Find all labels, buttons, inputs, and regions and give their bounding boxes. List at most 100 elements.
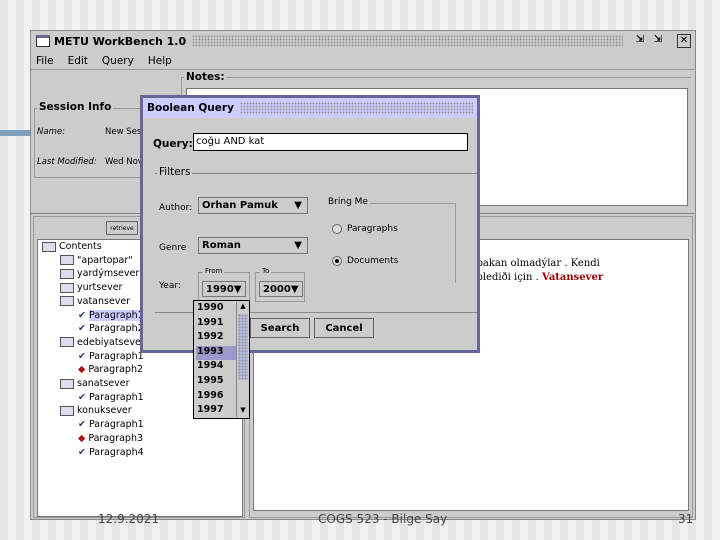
tree-item-label: Paragraph1 [88,350,144,362]
radio-icon [332,224,342,234]
tree-item[interactable]: ✔ Paragraph4 [78,447,144,458]
diamond-icon: ◆ [78,364,86,376]
genre-select[interactable]: Roman ▼ [198,237,308,254]
tree-item-label: Paragraph1 [88,309,144,321]
tree-item[interactable]: ✔ Paragraph1 [78,419,144,430]
year-option[interactable]: 1992 [196,331,236,346]
scroll-up-icon[interactable]: ▲ [237,302,249,313]
year-option[interactable]: 1991 [196,317,236,332]
tree-item-label: vatansever [77,295,131,307]
folder-icon [60,255,74,266]
menu-file[interactable]: File [36,55,54,67]
tree-item-label: Paragraph3 [88,432,144,444]
chevron-down-icon: ▼ [294,240,302,251]
dialog-title: Boolean Query [147,102,234,114]
boolean-query-dialog: Boolean Query Query: coğu AND kat Filter… [140,95,480,353]
genre-value: Roman [202,240,241,251]
modified-value: Wed Nov [105,157,143,167]
check-icon: ✔ [78,446,86,458]
menu-query[interactable]: Query [102,55,134,67]
radio-documents[interactable]: Documents [332,256,398,266]
minimize-icon[interactable]: ⇲ [633,34,647,48]
menu-edit[interactable]: Edit [68,55,88,67]
year-option[interactable]: 1995 [196,375,236,390]
tree-item-label: yurtsever [77,282,123,294]
query-input[interactable]: coğu AND kat [193,133,468,151]
query-label: Query: [153,138,193,150]
tree-item[interactable]: vatansever [60,296,130,307]
name-value: New Ses [105,127,142,137]
tree-item[interactable]: Contents [42,241,102,252]
tree-item[interactable]: ✔ Paragraph2 [78,323,144,334]
tree-item-label: Paragraph2 [88,364,144,376]
tree-item-label: edebiyatsever [77,336,145,348]
cancel-button[interactable]: Cancel [314,318,374,338]
maximize-icon[interactable]: ⇲ [651,34,665,48]
tree-item-label: konuksever [77,405,132,417]
tree-item[interactable]: ✔ Paragraph1 [78,351,144,362]
folder-icon [60,282,74,293]
title-grip [192,35,623,47]
tree-item[interactable]: "apartopar" [60,255,133,266]
session-info-legend: Session Info [37,101,114,113]
from-year-select[interactable]: 1990 ▼ [202,281,246,297]
folder-icon [60,405,74,416]
tree-item[interactable]: edebiyatsever [60,337,145,348]
menu-help[interactable]: Help [148,55,172,67]
tree-item[interactable]: ✔ Paragraph1 [78,309,144,321]
tree-item-label: Contents [59,241,102,252]
dialog-title-bar[interactable]: Boolean Query [143,98,477,118]
close-icon[interactable]: ✕ [677,34,691,48]
footer-title: COGS 523 - Bilge Say [318,512,448,526]
menu-bar: File Edit Query Help [31,52,695,70]
radio-paragraphs[interactable]: Paragraphs [332,224,398,234]
filters-divider [155,173,477,174]
to-year-select[interactable]: 2000 ▼ [259,281,303,297]
scroll-thumb[interactable] [238,314,248,380]
search-button[interactable]: Search [250,318,310,338]
title-bar[interactable]: METU WorkBench 1.0 ⇲ ⇲ ✕ [31,31,695,51]
tree-item-label: Paragraph1 [88,419,144,431]
bring-me-group: Bring Me Paragraphs Documents [326,197,456,283]
window-title: METU WorkBench 1.0 [54,34,187,48]
radio-label: Documents [347,256,399,266]
radio-selected-icon [332,256,342,266]
author-value: Orhan Pamuk [202,200,278,211]
notes-legend: Notes: [184,71,227,83]
author-select[interactable]: Orhan Pamuk ▼ [198,197,308,214]
scroll-down-icon[interactable]: ▼ [237,406,249,417]
year-option[interactable]: 1994 [196,360,236,375]
tree-item[interactable]: sanatsever [60,378,130,389]
folder-icon [42,241,56,252]
radio-label: Paragraphs [347,224,398,234]
tree-item-label: "apartopar" [77,254,133,266]
slide-number: 31 [678,512,694,526]
tree-item[interactable]: ✔ Paragraph1 [78,392,144,403]
footer-date: 12.9.2021 [98,512,160,526]
tree-item[interactable]: ◆ Paragraph2 [78,364,143,375]
check-icon: ✔ [78,350,86,362]
tree-item-label: sanatsever [77,378,130,389]
tree-item[interactable]: ◆ Paragraph3 [78,433,143,444]
folder-icon [60,296,74,307]
from-legend: From [203,267,225,275]
modified-label: Last Modified: [37,157,97,167]
chevron-down-icon: ▼ [294,200,302,211]
tree-item[interactable]: yardýmsever [60,268,139,279]
retrieve-button[interactable]: retrieve [106,221,138,235]
list-scrollbar[interactable]: ▲ ▼ [236,302,249,417]
year-option[interactable]: 1996 [196,390,236,405]
chevron-down-icon: ▼ [290,283,299,295]
author-label: Author: [159,203,193,213]
tree-item[interactable]: konuksever [60,405,132,416]
title-grip [239,102,473,114]
year-option[interactable]: 1993 [196,345,236,361]
tree-item[interactable]: yurtsever [60,282,122,293]
year-dropdown-list: ▲ ▼ 1990 1991 1992 1993 1994 1995 1996 1997 [193,300,250,419]
year-option[interactable]: 1990 [196,302,236,317]
name-label: Name: [37,127,65,137]
folder-icon [60,378,74,389]
window-icon [36,35,50,47]
year-option[interactable]: 1997 [196,404,236,419]
tree-item-label: Paragraph2 [88,323,144,335]
